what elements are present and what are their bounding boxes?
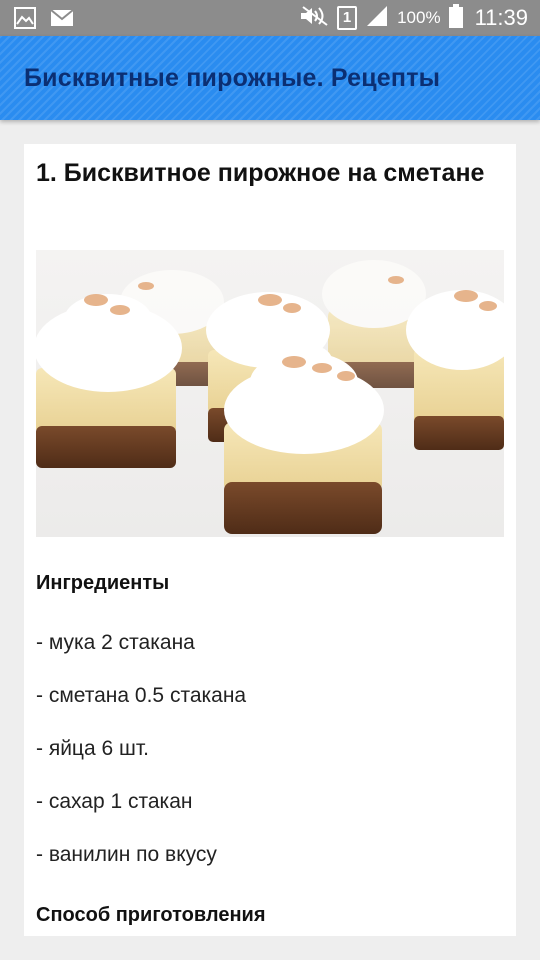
mail-icon [50, 7, 74, 34]
notification-icons [14, 7, 74, 34]
signal-icon [365, 5, 389, 32]
gallery-icon [14, 7, 36, 34]
ingredient-item: - мука 2 стакана [36, 631, 195, 654]
ingredients-list: - мука 2 стакана - сметана 0.5 стакана -… [36, 630, 246, 895]
sim-icon: 1 [337, 6, 358, 30]
ingredient-item: - сахар 1 стакан [36, 790, 193, 813]
recipe-card[interactable]: 1. Бисквитное пирожное на сметане Ингред… [24, 144, 516, 936]
mute-icon [299, 5, 329, 32]
status-bar: 1 100% 11:39 [0, 0, 540, 36]
battery-percent: 100% [397, 8, 441, 27]
clock: 11:39 [474, 5, 528, 30]
ingredient-item: - ванилин по вкусу [36, 843, 217, 866]
system-icons: 1 100% 11:39 [299, 0, 528, 36]
ingredients-heading: Ингредиенты [36, 572, 170, 594]
recipe-title: 1. Бисквитное пирожное на сметане [36, 159, 485, 187]
battery-icon [448, 3, 463, 33]
ingredient-item: - сметана 0.5 стакана [36, 684, 247, 707]
app-title: Бисквитные пирожные. Рецепты [24, 64, 441, 92]
recipe-photo [36, 250, 504, 537]
app-bar: Бисквитные пирожные. Рецепты [0, 36, 540, 120]
method-heading: Способ приготовления [36, 904, 266, 926]
ingredient-item: - яйца 6 шт. [36, 737, 149, 760]
